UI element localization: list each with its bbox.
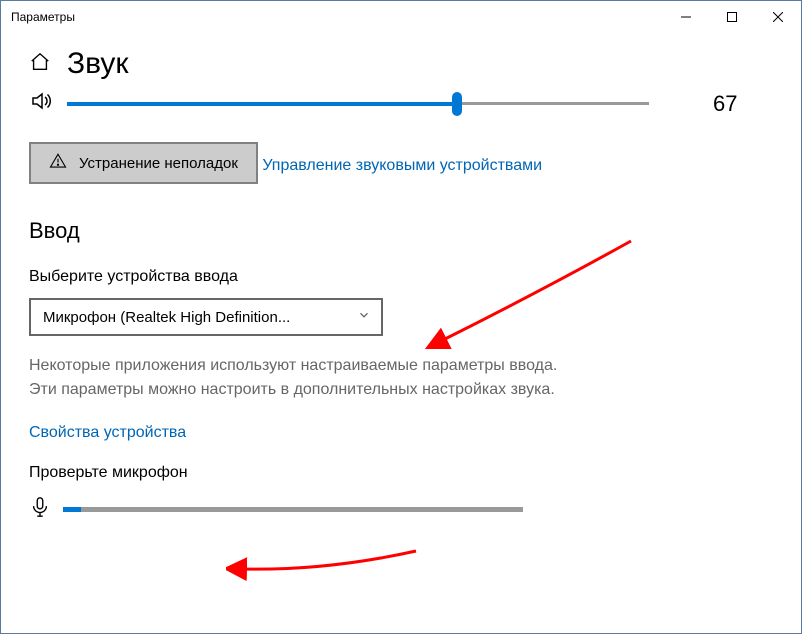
mic-level-bar	[63, 507, 523, 512]
microphone-icon	[29, 496, 51, 523]
troubleshoot-button[interactable]: Устранение неполадок	[29, 142, 258, 184]
input-description: Некоторые приложения используют настраив…	[29, 354, 569, 402]
home-icon[interactable]	[29, 51, 51, 78]
speaker-icon	[29, 89, 53, 118]
warning-icon	[49, 152, 67, 174]
close-button[interactable]	[755, 1, 801, 33]
maximize-button[interactable]	[709, 1, 755, 33]
window-title: Параметры	[11, 10, 75, 24]
troubleshoot-label: Устранение неполадок	[79, 155, 238, 172]
device-properties-link[interactable]: Свойства устройства	[29, 424, 186, 442]
volume-value: 67	[713, 91, 773, 117]
mic-level-row	[29, 496, 773, 523]
test-mic-label: Проверьте микрофон	[29, 464, 773, 482]
content: 67 Устранение неполадок Управление звуко…	[1, 89, 801, 523]
volume-row: 67	[29, 89, 773, 118]
manage-devices-link[interactable]: Управление звуковыми устройствами	[262, 157, 542, 175]
input-device-select[interactable]: Микрофон (Realtek High Definition...	[29, 298, 383, 336]
page-title: Звук	[67, 47, 129, 81]
volume-slider[interactable]	[67, 92, 649, 116]
window-controls	[663, 1, 801, 33]
annotation-arrow-2	[226, 541, 426, 591]
chevron-down-icon	[357, 308, 371, 326]
page-header: Звук	[1, 33, 801, 87]
titlebar: Параметры	[1, 1, 801, 33]
input-device-label: Выберите устройства ввода	[29, 268, 773, 286]
input-section-title: Ввод	[29, 218, 773, 244]
input-device-selected: Микрофон (Realtek High Definition...	[43, 309, 290, 326]
minimize-button[interactable]	[663, 1, 709, 33]
